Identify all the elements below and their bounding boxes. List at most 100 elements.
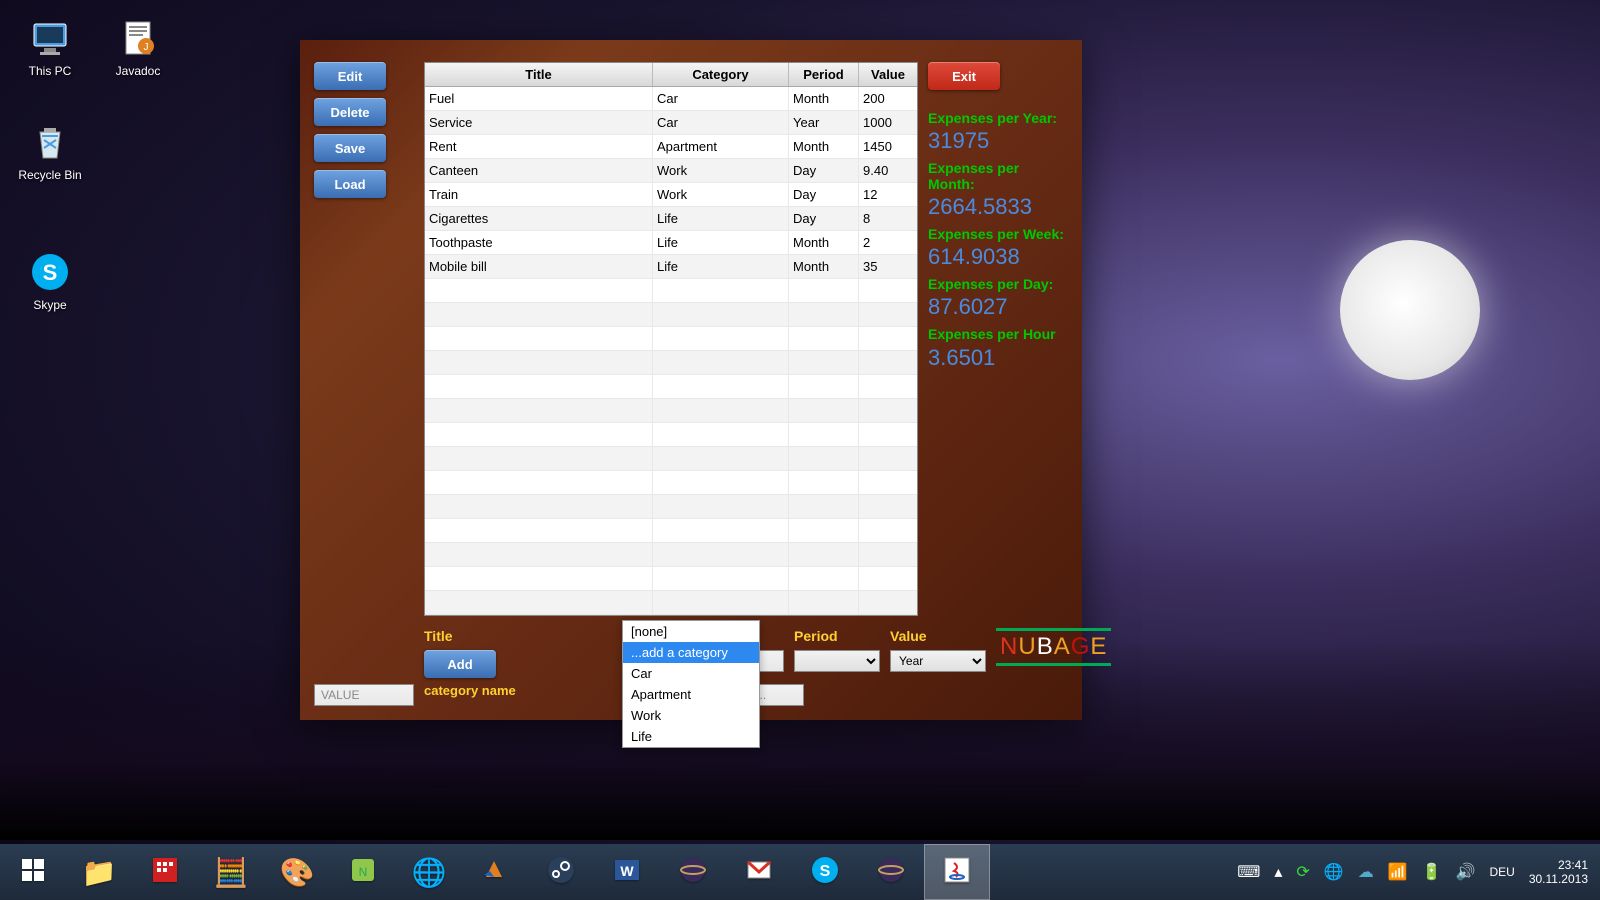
eclipse-icon bbox=[876, 855, 906, 890]
tray-battery-icon[interactable]: 🔋 bbox=[1422, 862, 1442, 882]
dropdown-option[interactable]: [none] bbox=[623, 621, 759, 642]
value-input[interactable] bbox=[314, 684, 414, 706]
stat-label: Expenses per Hour bbox=[928, 326, 1068, 342]
cell-value: 12 bbox=[859, 183, 917, 206]
desktop-icon-label: Recycle Bin bbox=[18, 168, 81, 182]
taskbar-steam[interactable] bbox=[528, 844, 594, 900]
tray-chevron-icon[interactable]: ▴ bbox=[1274, 862, 1282, 882]
desktop-icon-recycle-bin[interactable]: Recycle Bin bbox=[12, 120, 88, 182]
cell-period: Month bbox=[789, 135, 859, 158]
tray-cloud-icon[interactable]: ☁ bbox=[1358, 862, 1374, 882]
keyboard-icon[interactable]: ⌨ bbox=[1237, 862, 1260, 882]
tray-language[interactable]: DEU bbox=[1489, 865, 1514, 879]
cell-category: Life bbox=[653, 231, 789, 254]
expense-table[interactable]: Title Category Period Value FuelCarMonth… bbox=[424, 62, 918, 616]
cell-value: 35 bbox=[859, 255, 917, 278]
category-select[interactable] bbox=[794, 650, 880, 672]
tray-sync-icon[interactable]: ⟳ bbox=[1296, 862, 1309, 882]
java-icon bbox=[942, 855, 972, 890]
category-dropdown[interactable]: [none]...add a categoryCarApartmentWorkL… bbox=[622, 620, 760, 748]
table-row[interactable]: FuelCarMonth200 bbox=[425, 87, 917, 111]
taskbar-java[interactable] bbox=[924, 844, 990, 900]
stat-value: 2664.5833 bbox=[928, 194, 1068, 220]
table-row-empty[interactable] bbox=[425, 567, 917, 591]
svg-text:J: J bbox=[144, 42, 149, 53]
save-button[interactable]: Save bbox=[314, 134, 386, 162]
dropdown-option[interactable]: Apartment bbox=[623, 684, 759, 705]
cell-period: Day bbox=[789, 159, 859, 182]
taskbar-file-explorer[interactable]: 📁 bbox=[66, 844, 132, 900]
tray-clock[interactable]: 23:41 30.11.2013 bbox=[1529, 858, 1588, 887]
red-square-icon bbox=[150, 855, 180, 890]
table-row-empty[interactable] bbox=[425, 351, 917, 375]
dropdown-option[interactable]: Life bbox=[623, 726, 759, 747]
table-row-empty[interactable] bbox=[425, 591, 917, 615]
table-row-empty[interactable] bbox=[425, 519, 917, 543]
table-row[interactable]: TrainWorkDay12 bbox=[425, 183, 917, 207]
exit-button[interactable]: Exit bbox=[928, 62, 1000, 90]
taskbar-matlab[interactable] bbox=[462, 844, 528, 900]
dropdown-option[interactable]: Work bbox=[623, 705, 759, 726]
table-row[interactable]: ServiceCarYear1000 bbox=[425, 111, 917, 135]
table-row-empty[interactable] bbox=[425, 447, 917, 471]
table-row-empty[interactable] bbox=[425, 327, 917, 351]
table-row-empty[interactable] bbox=[425, 375, 917, 399]
table-row-empty[interactable] bbox=[425, 471, 917, 495]
load-button[interactable]: Load bbox=[314, 170, 386, 198]
stat-label: Expenses per Day: bbox=[928, 276, 1068, 292]
tray-volume-icon[interactable]: 🔊 bbox=[1456, 862, 1476, 882]
cell-title: Cigarettes bbox=[425, 207, 653, 230]
edit-button[interactable]: Edit bbox=[314, 62, 386, 90]
cell-period: Day bbox=[789, 207, 859, 230]
desktop-icon-this-pc[interactable]: This PC bbox=[12, 16, 88, 78]
skype-icon: S bbox=[810, 855, 840, 890]
cell-value: 9.40 bbox=[859, 159, 917, 182]
table-row-empty[interactable] bbox=[425, 495, 917, 519]
desktop-icon-javadoc[interactable]: JJavadoc bbox=[100, 16, 176, 78]
col-period[interactable]: Period bbox=[789, 63, 859, 86]
taskbar-start[interactable] bbox=[0, 844, 66, 900]
windows-icon bbox=[20, 857, 46, 888]
delete-button[interactable]: Delete bbox=[314, 98, 386, 126]
taskbar-gmail[interactable] bbox=[726, 844, 792, 900]
svg-text:S: S bbox=[43, 260, 58, 285]
tray-wifi-icon[interactable]: 📶 bbox=[1388, 862, 1408, 882]
table-row-empty[interactable] bbox=[425, 279, 917, 303]
dropdown-option[interactable]: Car bbox=[623, 663, 759, 684]
taskbar-notepadpp[interactable]: N bbox=[330, 844, 396, 900]
taskbar-eclipse1[interactable] bbox=[660, 844, 726, 900]
calc-icon: 🧮 bbox=[214, 856, 249, 889]
col-title[interactable]: Title bbox=[425, 63, 653, 86]
table-row[interactable]: CigarettesLifeDay8 bbox=[425, 207, 917, 231]
table-row[interactable]: ToothpasteLifeMonth2 bbox=[425, 231, 917, 255]
taskbar-app-red[interactable] bbox=[132, 844, 198, 900]
table-row[interactable]: Mobile billLifeMonth35 bbox=[425, 255, 917, 279]
value-label: Value bbox=[890, 628, 986, 644]
recycle-bin-icon bbox=[28, 120, 72, 164]
add-button[interactable]: Add bbox=[424, 650, 496, 678]
table-row-empty[interactable] bbox=[425, 399, 917, 423]
period-select[interactable]: Year bbox=[890, 650, 986, 672]
table-row[interactable]: RentApartmentMonth1450 bbox=[425, 135, 917, 159]
taskbar-browser[interactable]: 🌐 bbox=[396, 844, 462, 900]
taskbar-calculator[interactable]: 🧮 bbox=[198, 844, 264, 900]
taskbar-word[interactable]: W bbox=[594, 844, 660, 900]
table-row-empty[interactable] bbox=[425, 543, 917, 567]
dropdown-option[interactable]: ...add a category bbox=[623, 642, 759, 663]
taskbar-eclipse2[interactable] bbox=[858, 844, 924, 900]
cell-category: Apartment bbox=[653, 135, 789, 158]
col-category[interactable]: Category bbox=[653, 63, 789, 86]
steam-icon bbox=[546, 855, 576, 890]
table-row-empty[interactable] bbox=[425, 423, 917, 447]
col-value[interactable]: Value bbox=[859, 63, 917, 86]
cell-value: 8 bbox=[859, 207, 917, 230]
skype-icon: S bbox=[28, 250, 72, 294]
taskbar-skype[interactable]: S bbox=[792, 844, 858, 900]
desktop-icon-skype[interactable]: SSkype bbox=[12, 250, 88, 312]
taskbar-paint[interactable]: 🎨 bbox=[264, 844, 330, 900]
table-row-empty[interactable] bbox=[425, 303, 917, 327]
cell-period: Month bbox=[789, 255, 859, 278]
cell-value: 200 bbox=[859, 87, 917, 110]
tray-globe-icon[interactable]: 🌐 bbox=[1324, 862, 1344, 882]
table-row[interactable]: CanteenWorkDay9.40 bbox=[425, 159, 917, 183]
